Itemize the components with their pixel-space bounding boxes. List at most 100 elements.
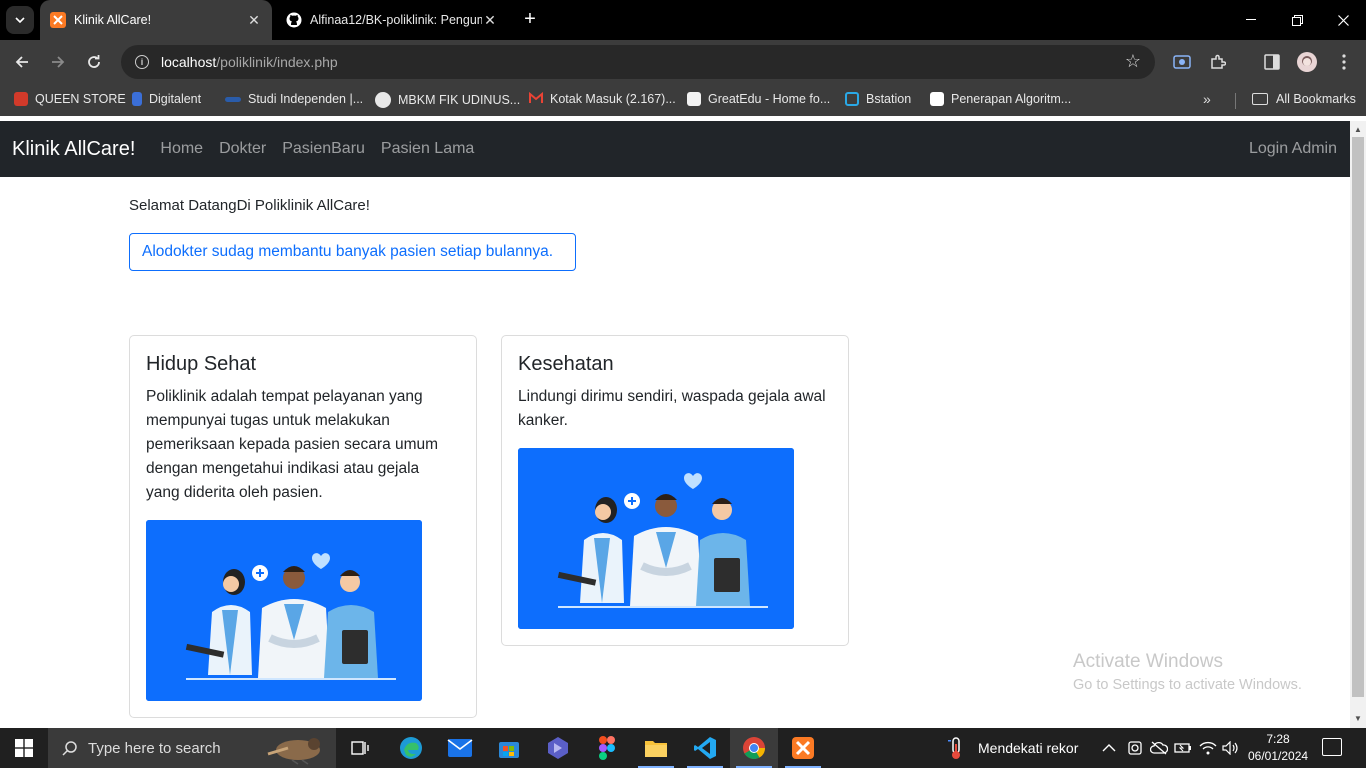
digitalent-icon xyxy=(132,92,142,106)
page-scrollbar[interactable]: ▲ ▼ xyxy=(1350,121,1366,728)
start-button[interactable] xyxy=(0,728,48,768)
weather-text: Mendekati rekor xyxy=(978,740,1079,756)
edge-icon[interactable] xyxy=(387,728,435,768)
bookmark-item[interactable]: MBKM FIK UDINUS... xyxy=(375,92,520,108)
bookmark-label: Penerapan Algoritm... xyxy=(951,92,1072,106)
clock-date: 06/01/2024 xyxy=(1248,749,1309,763)
welcome-text: Selamat DatangDi Poliklinik AllCare! xyxy=(129,197,370,214)
queen-store-icon xyxy=(14,92,28,106)
tab-klinik-allcare[interactable]: Klinik AllCare! ✕ xyxy=(40,0,272,40)
bookmark-label: Studi Independen |... xyxy=(248,92,364,106)
tab-title: Klinik AllCare! xyxy=(74,13,152,27)
tab-strip: Klinik AllCare! ✕ Alfinaa12/BK-poliklini… xyxy=(0,0,1366,40)
nav-pasien-lama[interactable]: Pasien Lama xyxy=(373,140,482,158)
extensions-icon[interactable] xyxy=(1208,52,1228,72)
file-explorer-icon[interactable] xyxy=(632,728,680,768)
restore-icon[interactable] xyxy=(1274,0,1320,40)
card-hidup-sehat: Hidup Sehat Poliklinik adalah tempat pel… xyxy=(129,335,477,718)
scroll-down-icon[interactable]: ▼ xyxy=(1354,714,1362,723)
bookmark-label: MBKM FIK UDINUS... xyxy=(398,93,521,107)
site-info-icon[interactable]: i xyxy=(135,55,149,69)
bookmark-label: Digitalent xyxy=(149,92,202,106)
bookmark-item[interactable]: Penerapan Algoritm... xyxy=(930,92,1071,106)
page-viewport: Klinik AllCare! Home Dokter PasienBaru P… xyxy=(0,121,1350,728)
search-highlight-bird-icon xyxy=(267,738,320,765)
site-brand[interactable]: Klinik AllCare! xyxy=(12,138,135,161)
power-automate-icon[interactable] xyxy=(534,728,582,768)
microsoft-store-icon[interactable] xyxy=(485,728,533,768)
profile-avatar-icon[interactable] xyxy=(1297,52,1317,72)
minimize-icon[interactable] xyxy=(1228,0,1274,40)
bookmark-label: QUEEN STORE xyxy=(35,92,126,106)
bstation-icon xyxy=(845,92,859,106)
site-navbar: Klinik AllCare! Home Dokter PasienBaru P… xyxy=(0,121,1350,177)
xampp-icon xyxy=(50,12,66,28)
volume-icon[interactable] xyxy=(1222,728,1240,768)
mail-icon[interactable] xyxy=(436,728,484,768)
side-panel-icon[interactable] xyxy=(1262,52,1282,72)
tab-title: Alfinaa12/BK-poliklinik: Pengum xyxy=(310,13,482,27)
taskbar-search[interactable]: Type here to search xyxy=(48,728,336,768)
xampp-taskbar-icon[interactable] xyxy=(779,728,827,768)
mbkm-icon xyxy=(375,92,391,108)
battery-icon[interactable] xyxy=(1174,728,1192,768)
system-clock[interactable]: 7:28 06/01/2024 xyxy=(1248,731,1308,765)
figma-icon[interactable] xyxy=(583,728,631,768)
url-text: localhost/poliklinik/index.php xyxy=(161,54,338,70)
vscode-icon[interactable] xyxy=(681,728,729,768)
folder-icon xyxy=(1252,93,1268,105)
camera-icon[interactable] xyxy=(1127,728,1143,768)
card-title: Kesehatan xyxy=(518,353,614,375)
gmail-icon xyxy=(529,91,543,106)
close-window-icon[interactable] xyxy=(1320,0,1366,40)
menu-kebab-icon[interactable] xyxy=(1334,52,1354,72)
notification-center-icon[interactable] xyxy=(1322,738,1342,756)
tab-github[interactable]: Alfinaa12/BK-poliklinik: Pengum ✕ xyxy=(276,0,508,40)
search-placeholder: Type here to search xyxy=(88,739,221,757)
back-icon[interactable] xyxy=(10,50,34,74)
task-view-icon[interactable] xyxy=(336,728,384,768)
forward-icon[interactable] xyxy=(46,50,70,74)
weather-widget[interactable]: Mendekati rekor xyxy=(946,728,1078,768)
nav-dokter[interactable]: Dokter xyxy=(211,140,274,158)
penerapan-icon xyxy=(930,92,944,106)
wifi-icon[interactable] xyxy=(1199,728,1217,768)
nav-links: Home Dokter PasienBaru Pasien Lama xyxy=(152,140,482,158)
cloud-icon[interactable] xyxy=(1150,728,1168,768)
new-tab-button[interactable]: + xyxy=(518,8,542,32)
reload-icon[interactable] xyxy=(82,50,106,74)
card-kesehatan: Kesehatan Lindungi dirimu sendiri, waspa… xyxy=(501,335,849,646)
all-bookmarks-label: All Bookmarks xyxy=(1276,92,1356,106)
address-bar[interactable]: i localhost/poliklinik/index.php ☆ xyxy=(121,45,1155,79)
all-bookmarks-button[interactable]: All Bookmarks xyxy=(1252,92,1356,106)
windows-logo-icon xyxy=(15,739,33,757)
close-tab-icon[interactable]: ✕ xyxy=(482,12,498,29)
tab-search-button[interactable] xyxy=(6,6,34,34)
nav-pasien-baru[interactable]: PasienBaru xyxy=(274,140,373,158)
nav-home[interactable]: Home xyxy=(152,140,211,158)
bookmark-label: Bstation xyxy=(866,92,912,106)
more-bookmarks-icon[interactable]: » xyxy=(1203,91,1211,107)
bookmark-item[interactable]: Bstation xyxy=(845,92,911,106)
bookmarks-bar: QUEEN STORE Digitalent Studi Independen … xyxy=(0,84,1366,116)
bookmark-item[interactable]: Studi Independen |... xyxy=(225,92,363,106)
card-title: Hidup Sehat xyxy=(146,353,257,375)
chrome-icon[interactable] xyxy=(730,728,778,768)
info-button[interactable]: Alodokter sudag membantu banyak pasien s… xyxy=(129,233,576,271)
divider xyxy=(1235,93,1236,109)
scrollbar-thumb[interactable] xyxy=(1352,137,1364,697)
screen-capture-icon[interactable] xyxy=(1172,52,1192,72)
show-hidden-icons[interactable] xyxy=(1102,728,1116,768)
clock-time: 7:28 xyxy=(1266,732,1290,746)
bookmark-item[interactable]: GreatEdu - Home fo... xyxy=(687,92,830,106)
close-tab-icon[interactable]: ✕ xyxy=(246,12,262,29)
greatedu-icon xyxy=(687,92,701,106)
nav-login-admin[interactable]: Login Admin xyxy=(1249,140,1337,158)
scroll-up-icon[interactable]: ▲ xyxy=(1354,125,1362,134)
bookmark-star-icon[interactable]: ☆ xyxy=(1125,51,1141,72)
bookmark-item[interactable]: Digitalent xyxy=(132,92,201,106)
card-text: Lindungi dirimu sendiri, waspada gejala … xyxy=(518,388,826,429)
watermark-subtitle: Go to Settings to activate Windows. xyxy=(1073,677,1302,693)
bookmark-item[interactable]: Kotak Masuk (2.167)... xyxy=(529,91,676,106)
bookmark-item[interactable]: QUEEN STORE xyxy=(14,92,126,106)
